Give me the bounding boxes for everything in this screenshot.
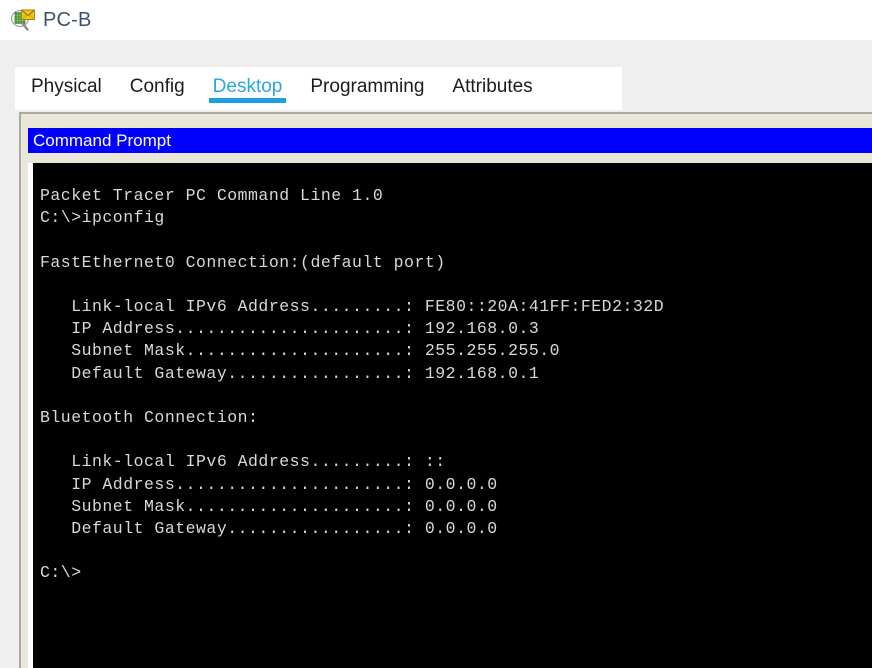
tab-desktop[interactable]: Desktop (208, 67, 287, 103)
command-prompt-window: Packet Tracer PC Command Line 1.0 C:\>ip… (28, 163, 872, 668)
tab-bar: Physical Config Desktop Programming Attr… (15, 67, 622, 110)
page-title: PC-B (43, 9, 92, 31)
command-prompt-title-bar: Command Prompt (28, 128, 872, 153)
window-title-bar: PC-B (0, 0, 872, 40)
tab-programming[interactable]: Programming (310, 67, 424, 98)
terminal-output: Packet Tracer PC Command Line 1.0 C:\>ip… (40, 186, 665, 583)
tab-config[interactable]: Config (130, 67, 185, 98)
packet-tracer-pc-icon (11, 9, 35, 31)
tab-physical[interactable]: Physical (31, 67, 102, 98)
tab-attributes[interactable]: Attributes (452, 67, 532, 98)
command-prompt-title-label: Command Prompt (33, 131, 171, 150)
terminal-screen[interactable]: Packet Tracer PC Command Line 1.0 C:\>ip… (33, 163, 872, 668)
